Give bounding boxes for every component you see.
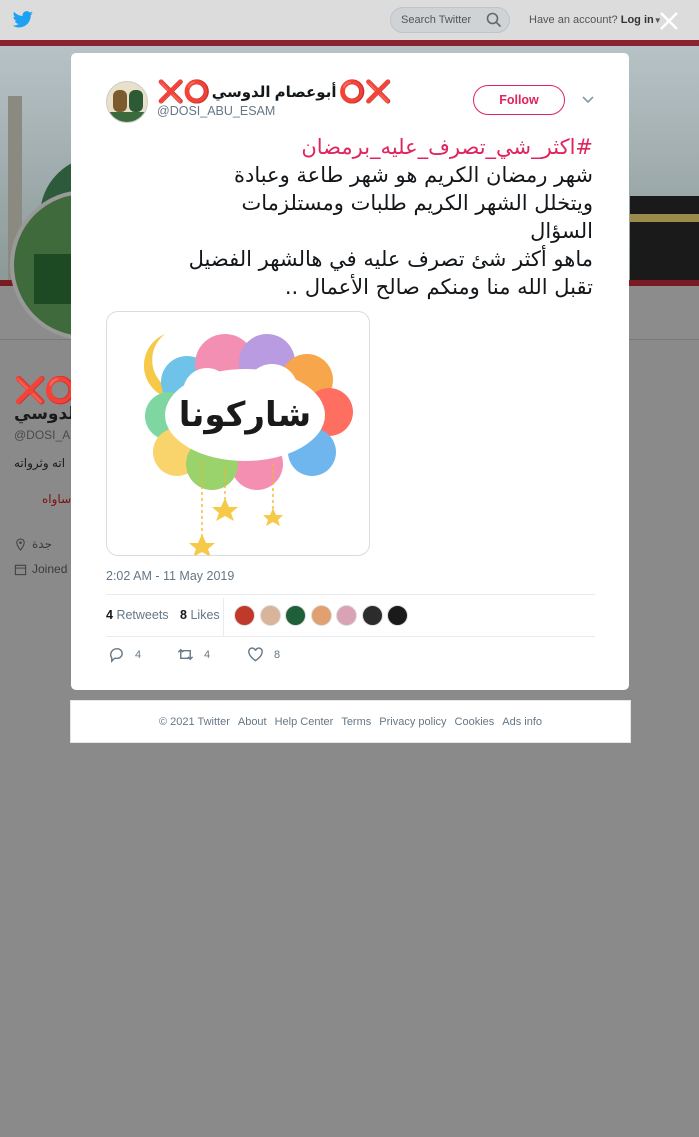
profile-bio: اته وثرواته [14,456,66,470]
tweet-hashtag[interactable]: #اكثر_شي_تصرف_عليه_برمضان [101,133,593,161]
author-avatar[interactable] [106,81,148,123]
tweet-line: ماهو أكثر شئ تصرف عليه في هالشهر الفضيل [188,247,593,271]
retweets-count: 4 [106,608,113,622]
calendar-icon [14,565,27,576]
liker-avatar[interactable] [259,605,281,626]
follow-button[interactable]: Follow [473,85,565,115]
footer-link-help[interactable]: Help Center [275,716,334,728]
chevron-down-icon[interactable] [581,95,595,105]
liker-avatar[interactable] [361,605,383,626]
location-text: جدة [32,537,53,551]
image-caption: شاركونا [179,395,311,435]
retweets-label: Retweets [116,608,169,622]
footer-link-ads[interactable]: Ads info [502,716,542,728]
tweet-actions: 4 4 8 [106,646,406,666]
search-icon[interactable] [486,12,502,28]
likes-count: 8 [180,608,187,622]
retweet-action[interactable]: 4 [177,646,210,663]
joined-text: Joined [32,562,68,576]
footer-copyright: © 2021 Twitter [158,715,230,728]
profile-name-icons: ❌⭕ [14,375,77,405]
twitter-bird-icon[interactable] [12,11,34,29]
name-emoji-left: ❌⭕ [157,79,211,104]
tweet-stats: 4 Retweets 8 Likes [106,608,220,622]
footer-link-terms[interactable]: Terms [341,716,371,728]
divider [223,598,224,636]
footer-link-cookies[interactable]: Cookies [455,716,495,728]
tweet-line: تقبل الله منا ومنكم صالح الأعمال .. [284,275,593,299]
likes-stat[interactable]: 8 Likes [180,608,220,622]
liker-avatar[interactable] [336,605,357,626]
author-display-name: أبوعصام الدوسي [211,84,337,101]
liker-avatar[interactable] [310,605,332,626]
tweet-timestamp[interactable]: 2:02 AM - 11 May 2019 [106,569,234,583]
tweet-modal: ❌⭕ أبوعصام الدوسي ⭕❌ @DOSI_ABU_ESAM Foll… [71,53,629,690]
close-icon[interactable] [658,10,680,32]
liker-avatar[interactable] [285,605,306,626]
liker-avatar[interactable] [387,605,408,626]
profile-bio-link[interactable]: ساواه [42,492,71,506]
profile-handle: @DOSI_A [14,428,71,442]
tweet-line: شهر رمضان الكريم هو شهر طاعة وعبادة [233,163,593,187]
profile-location: جدة [14,537,53,552]
like-action[interactable]: 8 [247,646,280,663]
author-name[interactable]: ❌⭕ أبوعصام الدوسي ⭕❌ [157,79,392,104]
footer: © 2021 Twitter About Help Center Terms P… [70,700,631,743]
divider [106,636,595,637]
tweet-line: ويتخلل الشهر الكريم طلبات ومستلزمات [241,191,594,215]
reply-count: 4 [135,648,142,661]
divider [106,594,595,595]
tweet-text: #اكثر_شي_تصرف_عليه_برمضان شهر رمضان الكر… [101,133,593,301]
tweet-line: السؤال [530,219,593,243]
reply-action[interactable]: 4 [108,646,141,663]
location-pin-icon [16,538,25,552]
name-emoji-right: ⭕❌ [338,79,392,104]
retweet-count: 4 [204,648,211,661]
likers-avatars [234,605,413,626]
heart-icon [248,647,263,662]
tweet-image[interactable]: شاركونا [106,311,370,556]
footer-link-privacy[interactable]: Privacy policy [379,716,446,728]
profile-joined: Joined [14,562,67,576]
likes-label: Likes [190,608,220,622]
liker-avatar[interactable] [234,605,255,626]
retweet-icon [177,648,194,661]
have-account-text: Have an account? [529,14,618,26]
like-count: 8 [274,648,281,661]
author-handle[interactable]: @DOSI_ABU_ESAM [157,104,275,118]
reply-icon [109,648,123,663]
login-prompt: Have an account? Log in▼ [529,14,662,26]
login-link[interactable]: Log in [621,14,654,26]
footer-link-about[interactable]: About [238,716,267,728]
retweets-stat[interactable]: 4 Retweets [106,608,169,622]
